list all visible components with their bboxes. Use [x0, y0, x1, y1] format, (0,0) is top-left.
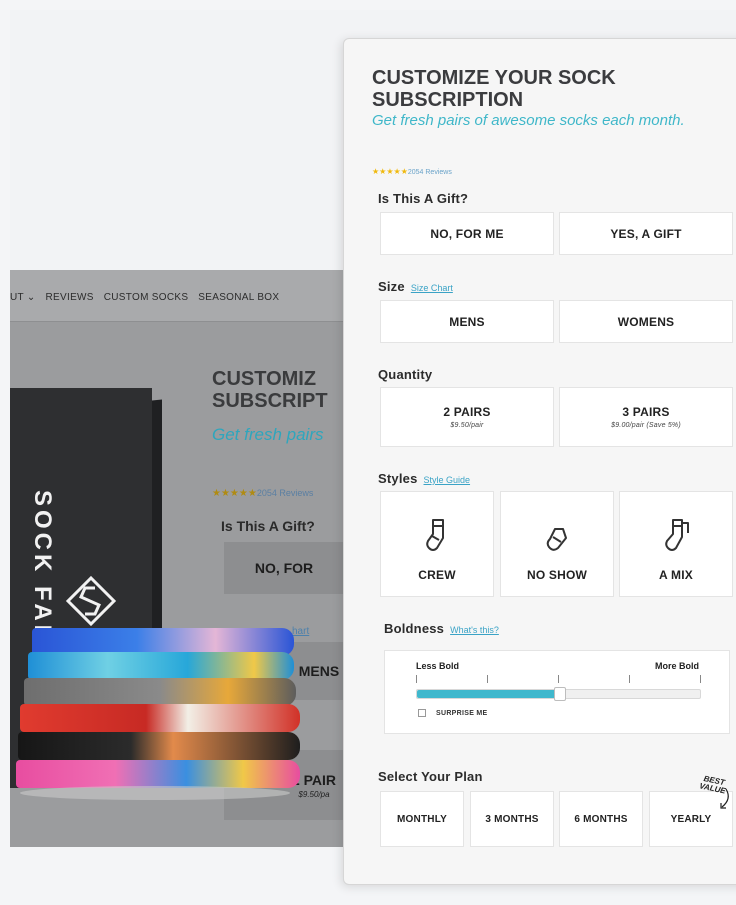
surprise-me-option[interactable]: SURPRISE ME [418, 709, 488, 717]
less-bold-label: Less Bold [416, 661, 460, 671]
more-bold-label: More Bold [655, 661, 699, 671]
nav-item-about[interactable]: UT ⌄ [10, 292, 36, 303]
style-guide-link[interactable]: Style Guide [424, 475, 471, 485]
customize-subscription-modal: CUSTOMIZE YOUR SOCK SUBSCRIPTION Get fre… [343, 38, 736, 885]
whats-this-link[interactable]: What's this? [450, 625, 499, 635]
gift-option-no[interactable]: NO, FOR ME [380, 212, 554, 255]
sock-stack-image [10, 620, 310, 810]
nav-item-custom-socks[interactable]: CUSTOM SOCKS [104, 292, 189, 303]
size-option-womens[interactable]: WOMENS [559, 300, 733, 343]
boldness-panel: Less Bold More Bold SURPRISE ME [384, 650, 730, 734]
size-chart-link[interactable]: Size Chart [411, 283, 453, 293]
style-option-no-show[interactable]: NO SHOW [500, 491, 614, 597]
surprise-me-checkbox[interactable] [418, 709, 426, 717]
boldness-slider-handle[interactable] [553, 687, 566, 701]
plan-option-6-months[interactable]: 6 MONTHS [559, 791, 643, 847]
crew-sock-icon [426, 519, 444, 551]
style-option-a-mix[interactable]: A MIX [619, 491, 733, 597]
gift-label: Is This A Gift? [378, 191, 469, 206]
slider-tick [700, 675, 701, 683]
reviews-count: 2054 Reviews [407, 169, 452, 176]
curved-arrow-icon [720, 788, 729, 809]
nav-item-seasonal-box[interactable]: SEASONAL BOX [198, 292, 279, 303]
size-option-mens[interactable]: MENS [380, 300, 554, 343]
styles-label: Styles Style Guide [378, 471, 471, 486]
slider-tick [416, 675, 417, 683]
boldness-slider-fill [417, 690, 560, 698]
plan-label: Select Your Plan [378, 769, 483, 784]
quantity-label: Quantity [378, 367, 433, 382]
slider-tick [487, 675, 488, 683]
no-show-sock-icon [546, 528, 567, 551]
modal-subtitle: Get fresh pairs of awesome socks each mo… [372, 112, 685, 129]
background-gift-option: NO, FOR [224, 542, 344, 594]
style-option-crew[interactable]: CREW [380, 491, 494, 597]
boldness-slider[interactable] [416, 687, 701, 701]
modal-title: CUSTOMIZE YOUR SOCK SUBSCRIPTION [372, 67, 616, 111]
gift-option-yes[interactable]: YES, A GIFT [559, 212, 733, 255]
quantity-option-3-pairs[interactable]: 3 PAIRS $9.00/pair (Save 5%) [559, 387, 733, 447]
rating-stars[interactable]: ★★★★★2054 Reviews [372, 167, 452, 176]
slider-tick [558, 675, 559, 683]
nav-item-reviews[interactable]: REVIEWS [46, 292, 94, 303]
background-page-title: CUSTOMIZ SUBSCRIPT [212, 368, 328, 412]
plan-option-monthly[interactable]: MONTHLY [380, 791, 464, 847]
background-rating: ★★★★★2054 Reviews [212, 488, 314, 499]
size-label: Size Size Chart [378, 279, 453, 294]
background-page-subtitle: Get fresh pairs [212, 425, 324, 444]
star-icon: ★★★★★ [372, 167, 408, 176]
quantity-option-2-pairs[interactable]: 2 PAIRS $9.50/pair [380, 387, 554, 447]
slider-tick [629, 675, 630, 683]
mixed-socks-icon [665, 519, 689, 551]
plan-option-3-months[interactable]: 3 MONTHS [470, 791, 554, 847]
boldness-label: Boldness What's this? [384, 621, 499, 636]
chevron-down-icon: ⌄ [26, 292, 36, 303]
background-gift-label: Is This A Gift? [221, 518, 315, 534]
